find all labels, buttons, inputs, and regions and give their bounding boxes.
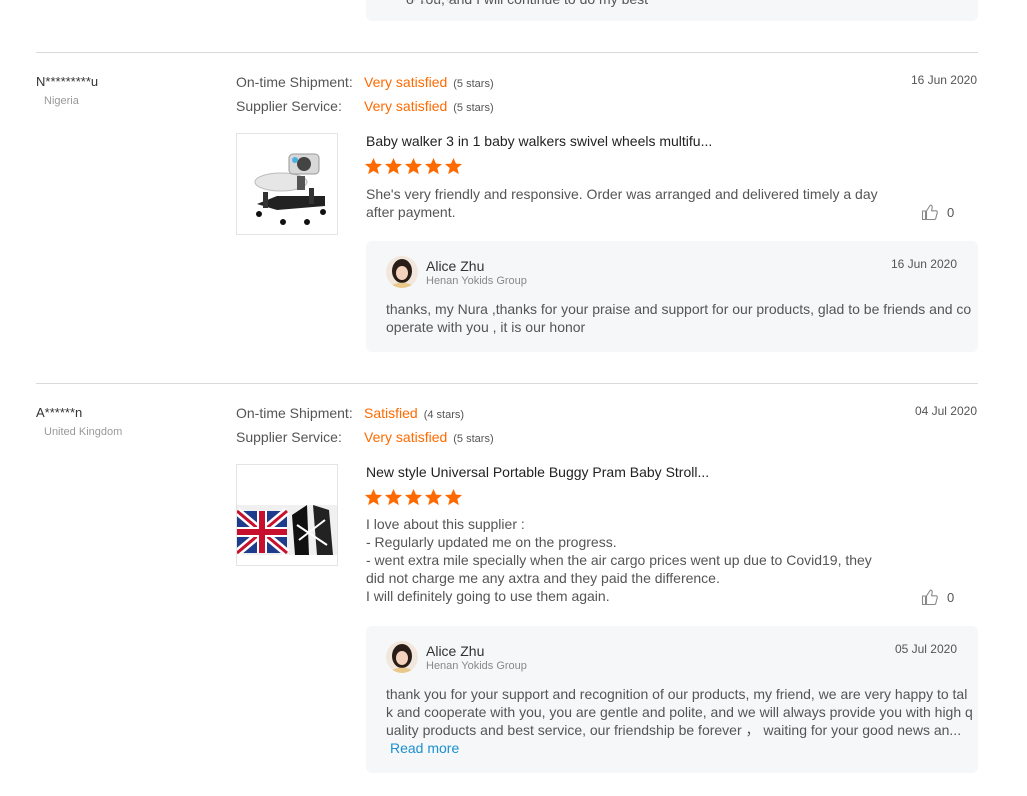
review-divider: [36, 52, 978, 53]
product-title-link[interactable]: New style Universal Portable Buggy Pram …: [366, 464, 709, 480]
reply-author-name: Alice Zhu: [426, 258, 485, 274]
star-icon: [364, 488, 383, 506]
like-button[interactable]: 0: [921, 203, 954, 221]
review-text-line: I love about this supplier :: [366, 516, 525, 532]
reply-text-line: k and cooperate with you, you are gentle…: [386, 704, 973, 720]
review-date: 16 Jun 2020: [910, 73, 977, 87]
review-text-line: - went extra mile specially when the air…: [366, 552, 872, 568]
like-count: 0: [947, 204, 955, 220]
star-icon: [404, 157, 423, 175]
review-text-line: She's very friendly and responsive. Orde…: [366, 186, 878, 202]
review-text-line: - Regularly updated me on the progress.: [366, 534, 617, 550]
reply-text-line: uality products and best service, our fr…: [386, 722, 962, 738]
shipment-rating: Satisfied (4 stars): [364, 405, 465, 421]
service-rating: Very satisfied (5 stars): [364, 98, 494, 114]
product-title-link[interactable]: Baby walker 3 in 1 baby walkers swivel w…: [366, 133, 712, 149]
star-icon: [384, 488, 403, 506]
like-count: 0: [947, 589, 955, 605]
reply-text: thank you for your support and recogniti…: [386, 685, 973, 757]
star-icon: [364, 157, 383, 175]
review-stars: [364, 157, 463, 177]
reply-text-line: thanks, my Nura ,thanks for your praise …: [386, 301, 972, 317]
star-icon: [444, 157, 463, 175]
reply-date: 05 Jul 2020: [894, 642, 957, 656]
star-icon: [404, 488, 423, 506]
review-text-line: I will definitely going to use them agai…: [366, 588, 610, 604]
service-rating: Very satisfied (5 stars): [364, 429, 494, 445]
reply-author-name: Alice Zhu: [426, 643, 485, 659]
review-text: She's very friendly and responsive. Orde…: [366, 185, 878, 221]
service-label: Supplier Service:: [236, 98, 342, 114]
review-text: I love about this supplier : - Regularly…: [366, 515, 872, 605]
star-icon: [444, 488, 463, 506]
reply-text: thanks, my Nura ,thanks for your praise …: [386, 300, 972, 336]
avatar: [386, 641, 418, 673]
shipment-label: On-time Shipment:: [236, 405, 353, 421]
read-more-link[interactable]: Read more: [390, 740, 459, 756]
shipment-label: On-time Shipment:: [236, 74, 353, 90]
reply-date: 16 Jun 2020: [890, 257, 957, 271]
reply-text-line: thank you for your support and recogniti…: [386, 686, 968, 702]
review-date: 04 Jul 2020: [914, 404, 977, 418]
reply-company: Henan Yokids Group: [426, 660, 527, 672]
thumbs-up-icon: [921, 204, 938, 221]
review-divider: [36, 383, 978, 384]
review-text-line: did not charge me any axtra and they pai…: [366, 570, 720, 586]
product-thumbnail[interactable]: [236, 133, 338, 235]
buyer-name: A******n: [36, 405, 83, 420]
product-thumbnail[interactable]: [236, 464, 338, 566]
star-icon: [424, 157, 443, 175]
buyer-country: Nigeria: [44, 95, 79, 107]
review-text-line: after payment.: [366, 204, 456, 220]
thumbs-up-icon: [921, 589, 938, 606]
shipment-rating: Very satisfied (5 stars): [364, 74, 494, 90]
baby-walker-image: [237, 134, 337, 234]
service-label: Supplier Service:: [236, 429, 342, 445]
stroller-image: [237, 465, 337, 565]
supplier-reply: Alice Zhu Henan Yokids Group 16 Jun 2020…: [366, 241, 978, 352]
star-icon: [384, 157, 403, 175]
reply-company: Henan Yokids Group: [426, 275, 527, 287]
avatar: [386, 256, 418, 288]
buyer-country: United Kingdom: [44, 426, 123, 438]
reply-text-line: operate with you , it is our honor: [386, 319, 586, 335]
supplier-reply: Alice Zhu Henan Yokids Group 05 Jul 2020…: [366, 626, 978, 773]
review-stars: [364, 488, 463, 508]
like-button[interactable]: 0: [921, 588, 954, 606]
previous-reply-tail: o You, and I will continue to do my best…: [366, 0, 978, 21]
buyer-name: N*********u: [36, 74, 99, 89]
star-icon: [424, 488, 443, 506]
